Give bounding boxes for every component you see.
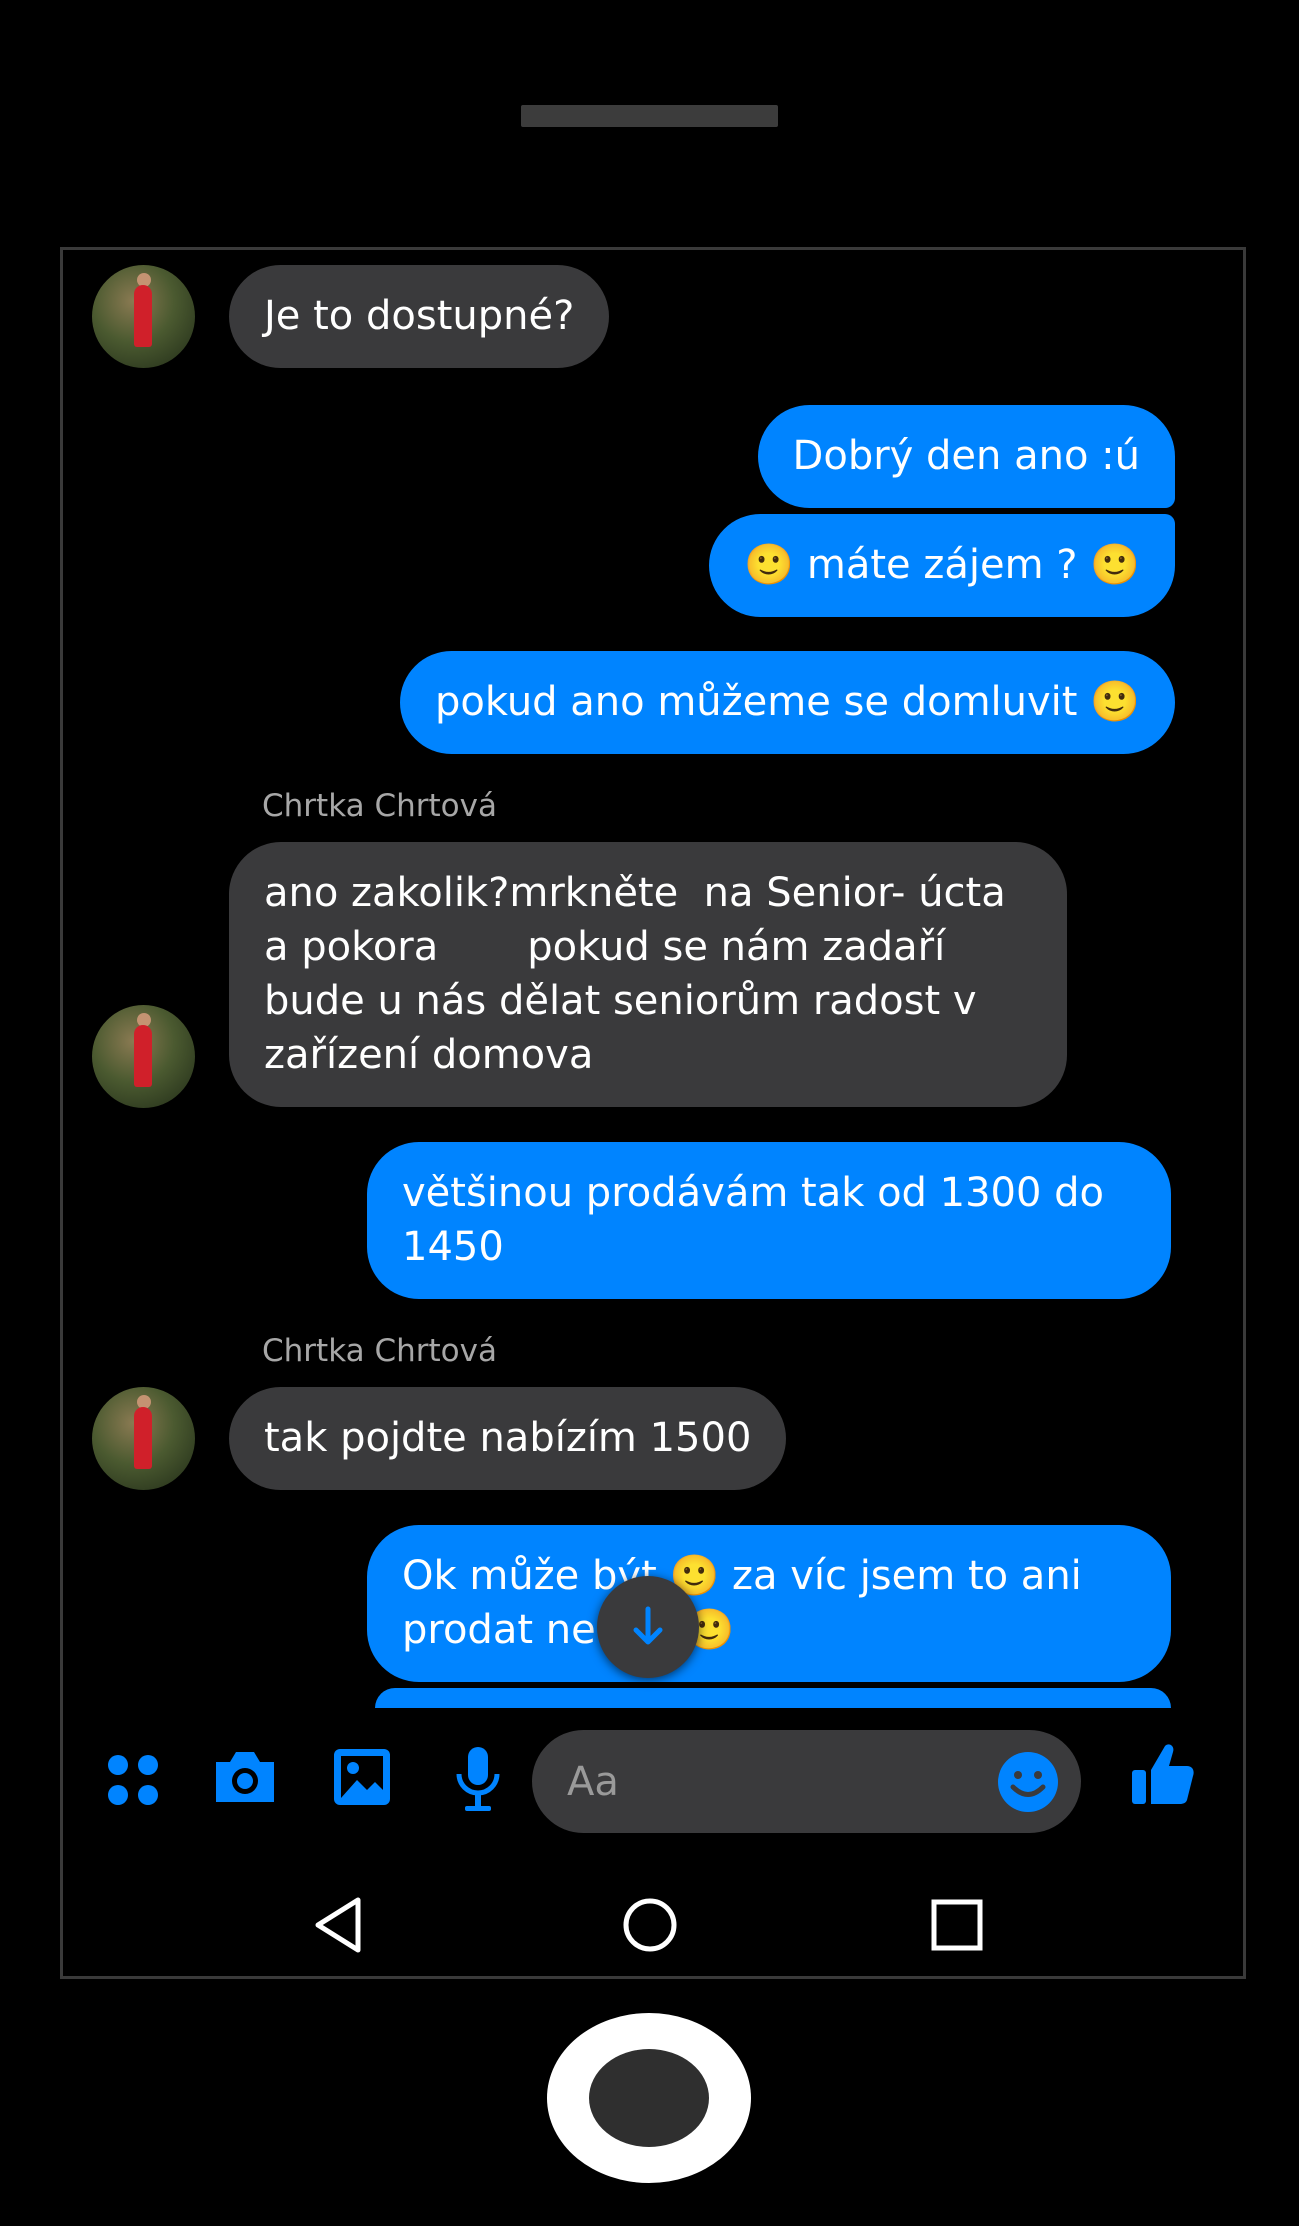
contact-avatar[interactable] — [92, 1387, 195, 1490]
message-composer[interactable] — [532, 1730, 1081, 1833]
incoming-message[interactable]: tak pojdte nabízím 1500 — [229, 1387, 787, 1490]
message-input[interactable] — [565, 1754, 999, 1810]
image-icon[interactable] — [331, 1746, 393, 1808]
nav-home-icon[interactable] — [620, 1895, 680, 1955]
contact-avatar[interactable] — [92, 1005, 195, 1108]
apps-grid-icon[interactable] — [103, 1750, 163, 1810]
incoming-message[interactable]: ano zakolik?mrkněte na Senior- úcta a po… — [229, 842, 1067, 1107]
sender-name: Chrtka Chrtová — [262, 1333, 497, 1369]
outgoing-message[interactable]: většinou prodávám tak od 1300 do 1450 — [367, 1142, 1171, 1299]
camera-icon[interactable] — [210, 1746, 280, 1808]
phone-speaker — [521, 105, 778, 127]
sender-name: Chrtka Chrtová — [262, 788, 497, 824]
microphone-icon[interactable] — [451, 1744, 505, 1816]
nav-back-icon[interactable] — [311, 1895, 365, 1955]
emoji-icon[interactable] — [996, 1750, 1060, 1814]
outgoing-message[interactable]: Ok může být 🙂 za víc jsem to ani prodat … — [367, 1525, 1171, 1682]
outgoing-message-partial — [375, 1688, 1171, 1708]
arrow-down-icon — [633, 1606, 663, 1645]
outgoing-message[interactable]: 🙂 máte zájem ? 🙂 — [709, 514, 1175, 617]
nav-recents-icon[interactable] — [929, 1897, 985, 1953]
phone-home-button — [547, 2013, 751, 2183]
thumbs-up-icon[interactable] — [1129, 1740, 1195, 1808]
contact-avatar[interactable] — [92, 265, 195, 368]
scroll-to-bottom-button[interactable] — [597, 1576, 699, 1678]
incoming-message[interactable]: Je to dostupné? — [229, 265, 610, 368]
outgoing-message[interactable]: pokud ano můžeme se domluvit 🙂 — [400, 651, 1175, 754]
messenger-screen: Je to dostupné? Dobrý den ano :ú 🙂 máte … — [60, 247, 1246, 1979]
outgoing-message[interactable]: Dobrý den ano :ú — [757, 405, 1175, 508]
